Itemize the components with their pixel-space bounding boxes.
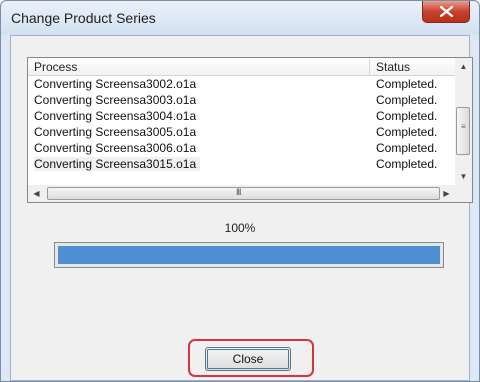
progress-bar-fill xyxy=(58,246,440,264)
close-icon xyxy=(440,6,453,17)
status-cell: Completed. xyxy=(376,77,438,91)
list-item[interactable]: Converting Screensa3003.o1a Completed. xyxy=(28,92,455,108)
status-cell: Completed. xyxy=(376,93,438,107)
window-title: Change Product Series xyxy=(11,10,156,26)
process-cell: Converting Screensa3003.o1a xyxy=(34,93,197,107)
status-cell: Completed. xyxy=(376,141,438,155)
status-cell: Completed. xyxy=(376,109,438,123)
process-cell: Converting Screensa3002.o1a xyxy=(34,77,197,91)
process-cell: Converting Screensa3015.o1a xyxy=(34,157,201,171)
close-button[interactable]: Close xyxy=(205,347,291,371)
list-item[interactable]: Converting Screensa3015.o1a Completed. xyxy=(28,156,455,172)
status-cell: Completed. xyxy=(376,157,438,171)
scroll-up-icon[interactable]: ▲ xyxy=(455,58,472,75)
list-item[interactable]: Converting Screensa3005.o1a Completed. xyxy=(28,124,455,140)
window-close-button[interactable] xyxy=(422,1,470,23)
process-list[interactable]: Process Status Converting Screensa3002.o… xyxy=(27,57,473,203)
column-header-process[interactable]: Process xyxy=(34,60,77,74)
list-item[interactable]: Converting Screensa3004.o1a Completed. xyxy=(28,108,455,124)
scroll-down-icon[interactable]: ▼ xyxy=(455,168,472,185)
list-item[interactable]: Converting Screensa3002.o1a Completed. xyxy=(28,76,455,92)
horizontal-scroll-thumb[interactable]: III xyxy=(47,187,440,200)
column-header-status[interactable]: Status xyxy=(376,60,410,74)
vertical-scrollbar[interactable]: ▲ ≡ ▼ xyxy=(455,58,472,185)
list-header: Process Status xyxy=(28,58,455,76)
process-cell: Converting Screensa3005.o1a xyxy=(34,125,197,139)
progress-percent-label: 100% xyxy=(224,221,256,235)
title-bar[interactable]: Change Product Series xyxy=(1,1,479,35)
progress-bar xyxy=(54,242,444,268)
list-rows: Converting Screensa3002.o1a Completed. C… xyxy=(28,76,455,172)
list-item[interactable]: Converting Screensa3006.o1a Completed. xyxy=(28,140,455,156)
horizontal-scrollbar[interactable]: ◀ III ▶ xyxy=(28,185,472,202)
vertical-scroll-thumb[interactable]: ≡ xyxy=(456,107,470,155)
column-divider[interactable] xyxy=(369,58,370,75)
scroll-right-icon[interactable]: ▶ xyxy=(438,185,455,202)
scroll-left-icon[interactable]: ◀ xyxy=(28,185,45,202)
process-cell: Converting Screensa3006.o1a xyxy=(34,141,197,155)
status-cell: Completed. xyxy=(376,125,438,139)
process-cell: Converting Screensa3004.o1a xyxy=(34,109,197,123)
